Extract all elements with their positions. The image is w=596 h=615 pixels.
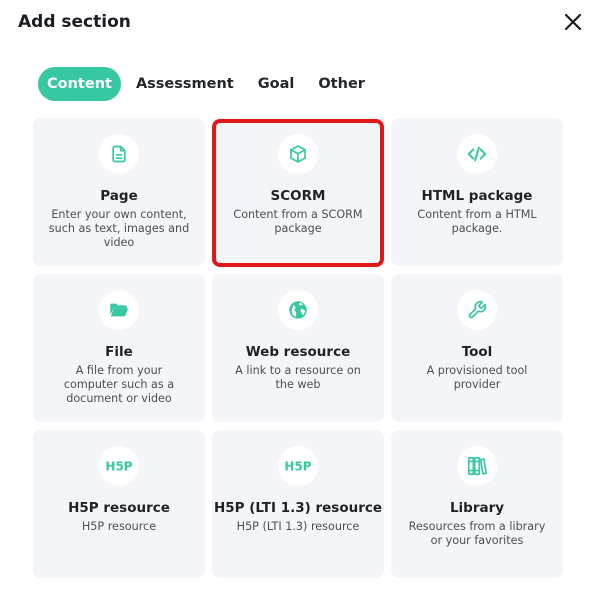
card-html-package[interactable]: HTML package Content from a HTML package… [391, 118, 563, 266]
close-button[interactable] [561, 10, 585, 34]
card-library[interactable]: Library Resources from a library or your… [391, 430, 563, 578]
card-title: H5P (LTI 1.3) resource [213, 500, 383, 516]
folder-open-icon [110, 303, 129, 317]
card-description: Enter your own content, such as text, im… [48, 208, 190, 249]
card-tool[interactable]: Tool A provisioned tool provider [391, 274, 563, 422]
card-file[interactable]: File A file from your computer such as a… [33, 274, 205, 422]
h5p-logo-icon: H5P [284, 460, 311, 474]
card-description: Resources from a library or your favorit… [408, 520, 546, 547]
card-description: H5P (LTI 1.3) resource [236, 520, 360, 533]
icon-circle [99, 134, 139, 174]
section-type-tabs: Content Assessment Goal Other [38, 67, 378, 101]
svg-text:H5P: H5P [284, 460, 311, 474]
card-description: A provisioned tool provider [426, 364, 528, 391]
svg-text:H5P: H5P [105, 460, 132, 474]
tab-content[interactable]: Content [38, 67, 121, 101]
card-title: Tool [461, 344, 493, 360]
icon-circle [457, 290, 497, 330]
card-scorm[interactable]: SCORM Content from a SCORM package [212, 118, 384, 266]
card-title: Web resource [245, 344, 351, 360]
card-title: HTML package [421, 188, 533, 204]
card-web-resource[interactable]: Web resource A link to a resource on the… [212, 274, 384, 422]
card-page[interactable]: Page Enter your own content, such as tex… [33, 118, 205, 266]
dialog-title: Add section [18, 12, 131, 32]
card-title: Library [449, 500, 505, 516]
icon-circle [457, 446, 497, 486]
tab-goal[interactable]: Goal [247, 67, 306, 101]
package-cube-icon [290, 145, 306, 163]
close-icon [564, 13, 582, 31]
icon-circle [278, 134, 318, 174]
card-description: Content from a SCORM package [233, 208, 363, 235]
document-icon [112, 145, 126, 163]
card-title: SCORM [270, 188, 326, 204]
icon-circle [457, 134, 497, 174]
tab-other[interactable]: Other [307, 67, 376, 101]
wrench-icon [468, 300, 487, 319]
card-h5p-resource[interactable]: H5P H5P resource H5P resource [33, 430, 205, 578]
globe-icon [289, 301, 307, 319]
card-title: File [105, 344, 133, 360]
icon-circle [99, 290, 139, 330]
card-description: A file from your computer such as a docu… [63, 364, 175, 405]
icon-circle: H5P [99, 446, 139, 486]
card-h5p-lti-resource[interactable]: H5P H5P (LTI 1.3) resource H5P (LTI 1.3)… [212, 430, 384, 578]
tab-assessment[interactable]: Assessment [125, 67, 245, 101]
icon-circle [278, 290, 318, 330]
icon-circle: H5P [278, 446, 318, 486]
code-brackets-icon [467, 146, 487, 162]
card-description: Content from a HTML package. [417, 208, 537, 235]
h5p-logo-icon: H5P [105, 460, 132, 474]
card-description: A link to a resource on the web [235, 364, 361, 391]
card-description: H5P resource [81, 520, 157, 533]
card-title: H5P resource [68, 500, 170, 516]
books-icon [467, 456, 487, 476]
card-title: Page [100, 188, 138, 204]
